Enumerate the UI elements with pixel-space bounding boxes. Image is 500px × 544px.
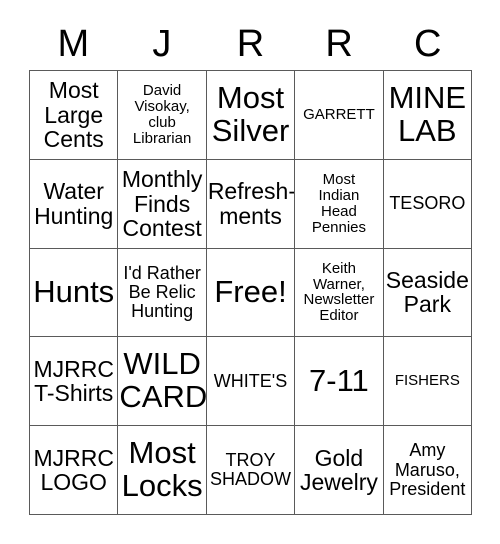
bingo-cell-label: Keith Warner, Newsletter Editor: [303, 259, 375, 325]
bingo-cell-label: Free!: [214, 274, 287, 310]
bingo-cell[interactable]: WHITE'S: [206, 337, 296, 427]
bingo-cell-label: Amy Maruso, President: [389, 440, 466, 499]
bingo-cell[interactable]: MINE LAB: [383, 71, 473, 160]
bingo-row: Most Large Cents David Visokay, club Lib…: [30, 71, 473, 160]
bingo-header-letters: M J R R C: [29, 18, 472, 70]
bingo-cell[interactable]: Amy Maruso, President: [383, 426, 473, 515]
bingo-grid: Most Large Cents David Visokay, club Lib…: [29, 70, 473, 515]
bingo-row: MJRRC T-Shirts WILD CARD WHITE'S 7-11 FI…: [30, 337, 473, 427]
bingo-row: Hunts I'd Rather Be Relic Hunting Free! …: [30, 248, 473, 338]
bingo-cell-label: TESORO: [389, 193, 466, 214]
bingo-cell-label: 7-11: [309, 362, 369, 398]
bingo-cell-free[interactable]: Free!: [206, 248, 296, 338]
bingo-cell-label: Most Locks: [121, 435, 203, 504]
bingo-cell-label: MJRRC LOGO: [33, 444, 114, 496]
header-letter-1: J: [152, 23, 172, 65]
bingo-cell[interactable]: David Visokay, club Librarian: [118, 71, 207, 160]
bingo-cell[interactable]: Most Locks: [118, 426, 207, 515]
bingo-cell-label: MINE LAB: [388, 80, 467, 148]
bingo-cell-label: TROY SHADOW: [210, 450, 292, 490]
bingo-cell-label: WILD CARD: [119, 346, 207, 415]
header-letter-0: M: [57, 23, 90, 65]
bingo-cell[interactable]: MJRRC LOGO: [30, 426, 119, 515]
bingo-cell-label: GARRETT: [303, 105, 375, 123]
bingo-cell[interactable]: Most Indian Head Pennies: [295, 159, 384, 249]
bingo-cell-label: David Visokay, club Librarian: [132, 82, 192, 147]
bingo-cell[interactable]: Seaside Park: [383, 248, 473, 338]
bingo-cell[interactable]: 7-11: [295, 337, 384, 427]
bingo-row: MJRRC LOGO Most Locks TROY SHADOW Gold J…: [30, 426, 473, 515]
bingo-cell[interactable]: MJRRC T-Shirts: [30, 337, 119, 427]
bingo-cell[interactable]: TROY SHADOW: [206, 426, 296, 515]
bingo-cell-label: Gold Jewelry: [299, 444, 378, 496]
header-letter-2: R: [236, 23, 265, 65]
bingo-cell[interactable]: Gold Jewelry: [295, 426, 384, 515]
bingo-cell[interactable]: Hunts: [30, 248, 119, 338]
header-letter-3: R: [325, 23, 353, 65]
bingo-cell-wildcard[interactable]: WILD CARD: [118, 337, 207, 427]
bingo-cell-label: Seaside Park: [385, 267, 469, 318]
bingo-cell[interactable]: I'd Rather Be Relic Hunting: [118, 248, 207, 338]
bingo-cell-label: Hunts: [33, 274, 115, 310]
bingo-cell-label: Refresh- ments: [207, 178, 296, 229]
bingo-cell[interactable]: Water Hunting: [30, 159, 119, 249]
bingo-cell[interactable]: GARRETT: [295, 71, 384, 160]
bingo-cell-label: Most Indian Head Pennies: [311, 170, 367, 236]
bingo-cell-label: Most Silver: [211, 80, 290, 148]
bingo-cell[interactable]: Most Large Cents: [30, 71, 119, 160]
bingo-cell-label: FISHERS: [394, 372, 460, 390]
bingo-cell[interactable]: FISHERS: [383, 337, 473, 427]
bingo-cell[interactable]: Keith Warner, Newsletter Editor: [295, 248, 384, 338]
bingo-cell[interactable]: Monthly Finds Contest: [118, 159, 207, 249]
bingo-cell-label: Most Large Cents: [43, 77, 104, 153]
bingo-cell[interactable]: Refresh- ments: [206, 159, 296, 249]
bingo-cell-label: WHITE'S: [213, 370, 288, 391]
bingo-cell-label: Water Hunting: [34, 178, 114, 229]
bingo-cell-label: Monthly Finds Contest: [121, 166, 203, 241]
bingo-cell[interactable]: Most Silver: [206, 71, 296, 160]
bingo-cell-label: MJRRC T-Shirts: [33, 355, 114, 407]
bingo-card: M J R R C Most Large Cents David Visokay…: [0, 0, 500, 544]
header-letter-4: C: [413, 23, 442, 65]
bingo-cell-label: I'd Rather Be Relic Hunting: [123, 262, 201, 322]
bingo-row: Water Hunting Monthly Finds Contest Refr…: [30, 159, 473, 249]
bingo-cell[interactable]: TESORO: [383, 159, 473, 249]
